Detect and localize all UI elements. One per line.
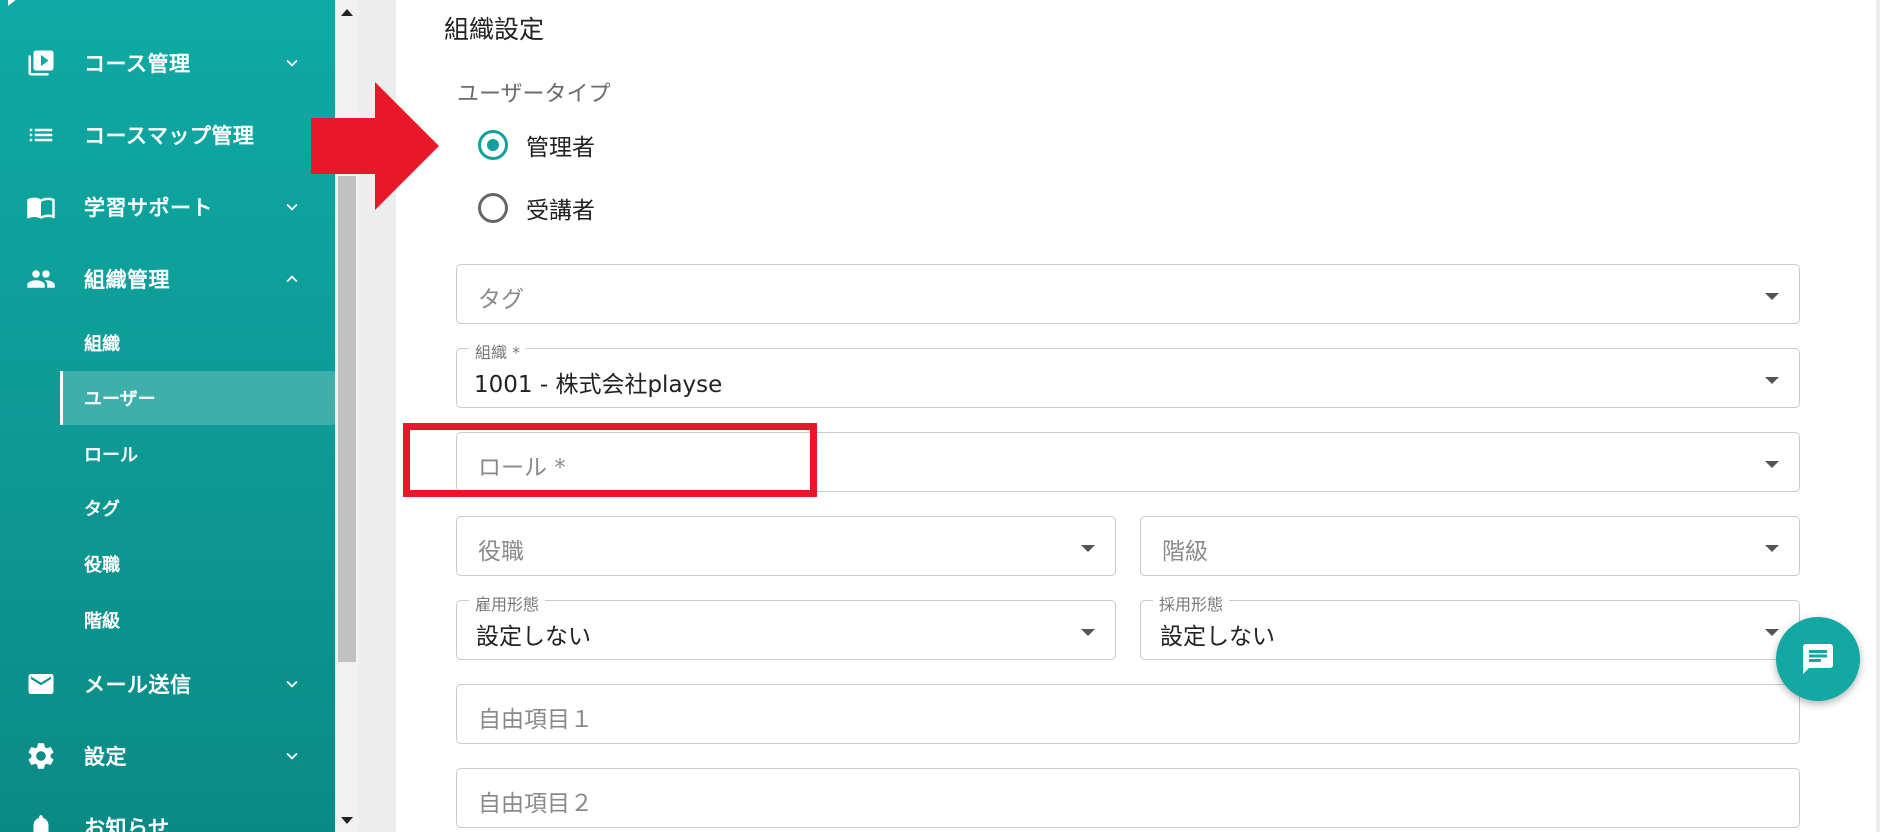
- scrollbar-thumb[interactable]: [338, 176, 356, 662]
- position-placeholder: 役職: [478, 539, 524, 565]
- annotation-arrow-icon: [311, 82, 439, 210]
- dropdown-caret-icon: [1765, 293, 1779, 300]
- sidebar-subitem-label: ユーザー: [84, 389, 156, 410]
- free-item-1-placeholder: 自由項目１: [478, 707, 593, 733]
- dropdown-caret-icon: [1081, 545, 1095, 552]
- scroll-down-arrow-icon[interactable]: [335, 808, 359, 832]
- rank-placeholder: 階級: [1162, 539, 1208, 565]
- sidebar-subitem-label: ロール: [84, 445, 138, 466]
- chat-button[interactable]: [1776, 617, 1860, 701]
- radio-admin[interactable]: 管理者: [478, 125, 595, 165]
- position-select[interactable]: 役職: [456, 516, 1116, 576]
- sidebar-item-label: 学習サポート: [84, 196, 213, 220]
- hiring-type-value: 設定しない: [1160, 624, 1275, 650]
- sidebar-item-label: お知らせ: [84, 816, 170, 832]
- dropdown-caret-icon: [1765, 629, 1779, 636]
- sidebar-item-label: コース管理: [84, 52, 191, 76]
- free-item-1-input[interactable]: 自由項目１: [456, 684, 1800, 744]
- dropdown-caret-icon: [1765, 461, 1779, 468]
- chevron-down-icon[interactable]: [279, 671, 305, 697]
- user-type-label: ユーザータイプ: [457, 82, 611, 107]
- section-title: 組織設定: [444, 15, 545, 44]
- sidebar-item-notifications[interactable]: お知らせ: [0, 797, 335, 832]
- employment-type-label: 雇用形態: [469, 591, 546, 615]
- sidebar: コース管理 コースマップ管理 学習サポート 組織管理 組織 ユーザー ロール タ…: [0, 0, 335, 832]
- rank-select[interactable]: 階級: [1140, 516, 1800, 576]
- radio-unchecked-icon[interactable]: [478, 193, 508, 223]
- employment-type-value: 設定しない: [476, 624, 591, 650]
- annotation-highlight-box: [403, 423, 817, 497]
- sidebar-item-label: コースマップ管理: [84, 124, 255, 148]
- free-item-2-input[interactable]: 自由項目２: [456, 768, 1800, 828]
- sidebar-subitem-label: タグ: [84, 499, 120, 520]
- sidebar-subitem-ranks[interactable]: 階級: [60, 593, 335, 647]
- chevron-down-icon[interactable]: [279, 50, 305, 76]
- mail-icon: [24, 667, 58, 701]
- organization-select[interactable]: 組織 * 1001 - 株式会社playse: [456, 339, 1800, 408]
- sidebar-item-learning-support[interactable]: 学習サポート: [0, 177, 335, 237]
- sidebar-subitem-label: 役職: [84, 555, 120, 576]
- sidebar-subitem-organization[interactable]: 組織: [60, 316, 335, 370]
- sidebar-subitem-roles[interactable]: ロール: [60, 427, 335, 481]
- sidebar-subitem-positions[interactable]: 役職: [60, 537, 335, 591]
- people-icon: [24, 262, 58, 296]
- sidebar-subitem-users[interactable]: ユーザー: [60, 371, 335, 425]
- sidebar-item-label: 組織管理: [84, 268, 170, 292]
- gear-icon: [24, 739, 58, 773]
- list-icon: [24, 118, 58, 152]
- organization-value: 1001 - 株式会社playse: [474, 372, 723, 398]
- chevron-up-icon[interactable]: [279, 266, 305, 292]
- sidebar-item-label: 設定: [84, 745, 127, 769]
- sidebar-subitem-label: 階級: [84, 611, 120, 632]
- bell-icon: [24, 810, 58, 832]
- dropdown-caret-icon: [1081, 629, 1095, 636]
- radio-student[interactable]: 受講者: [478, 188, 595, 228]
- dropdown-caret-icon: [1765, 545, 1779, 552]
- tag-select[interactable]: タグ: [456, 264, 1800, 324]
- sidebar-item-course-management[interactable]: コース管理: [0, 33, 335, 93]
- hiring-type-select[interactable]: 採用形態 設定しない: [1140, 591, 1800, 660]
- tag-placeholder: タグ: [478, 287, 524, 313]
- employment-type-select[interactable]: 雇用形態 設定しない: [456, 591, 1116, 660]
- sidebar-subitem-label: 組織: [84, 334, 120, 355]
- radio-label: 受講者: [526, 198, 595, 224]
- sidebar-item-coursemap-management[interactable]: コースマップ管理: [0, 105, 335, 165]
- book-icon: [24, 190, 58, 224]
- collapse-arrow-icon[interactable]: [8, 0, 17, 6]
- sidebar-item-label: メール送信: [84, 673, 192, 697]
- sidebar-item-settings[interactable]: 設定: [0, 726, 335, 786]
- video-library-icon: [24, 46, 58, 80]
- chat-icon: [1803, 644, 1833, 674]
- radio-label: 管理者: [526, 135, 595, 161]
- chevron-down-icon[interactable]: [279, 743, 305, 769]
- sidebar-item-organization-management[interactable]: 組織管理: [0, 249, 335, 309]
- chevron-down-icon[interactable]: [279, 194, 305, 220]
- organization-label: 組織 *: [469, 339, 527, 363]
- dropdown-caret-icon: [1765, 377, 1779, 384]
- radio-checked-icon[interactable]: [478, 130, 508, 160]
- scroll-up-arrow-icon[interactable]: [335, 0, 359, 24]
- sidebar-item-send-mail[interactable]: メール送信: [0, 654, 335, 714]
- hiring-type-label: 採用形態: [1153, 591, 1230, 615]
- free-item-2-placeholder: 自由項目２: [478, 791, 593, 817]
- sidebar-subitem-tags[interactable]: タグ: [60, 481, 335, 535]
